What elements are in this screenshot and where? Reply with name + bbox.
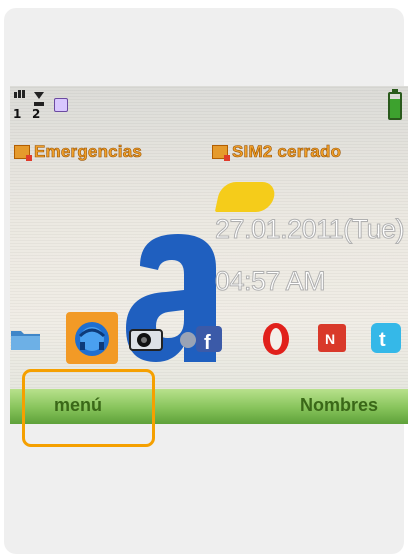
sim1-label: Emergencias [34,142,143,162]
svg-text:t: t [379,329,386,351]
news-icon[interactable]: N [316,322,348,354]
message-icon [54,98,68,112]
facebook-icon[interactable]: f [180,322,234,354]
sim1-card-icon [14,145,32,161]
status-bar: 1 2 Emergencias SIM2 cerrado [10,86,408,161]
folder-icon[interactable] [10,322,42,354]
battery-icon [388,89,402,120]
svg-text:N: N [325,331,335,347]
signal-sim1-icon: 1 [13,90,29,124]
time-display: 04:57 AM [214,266,326,297]
menu-highlight-box [22,369,155,447]
twitter-icon[interactable]: t [370,322,402,354]
camera-icon[interactable] [128,322,163,354]
date-display: 27.01.2011(Tue) [214,214,405,245]
contacts-softkey[interactable]: Nombres [300,395,378,416]
logo-yellow-shape [214,182,278,212]
sim2-label: SIM2 cerrado [232,142,342,162]
svg-text:1: 1 [13,107,21,121]
signal-sim2-icon: 2 [32,90,48,124]
sim2-card-icon [212,145,230,161]
sim1-status: Emergencias [14,142,142,162]
browser-icon[interactable] [66,312,118,364]
svg-text:2: 2 [32,107,40,121]
svg-text:f: f [204,332,211,354]
app-shortcut-bar: f N t [10,312,408,364]
opera-icon[interactable] [260,322,292,355]
sim2-status: SIM2 cerrado [212,142,341,162]
